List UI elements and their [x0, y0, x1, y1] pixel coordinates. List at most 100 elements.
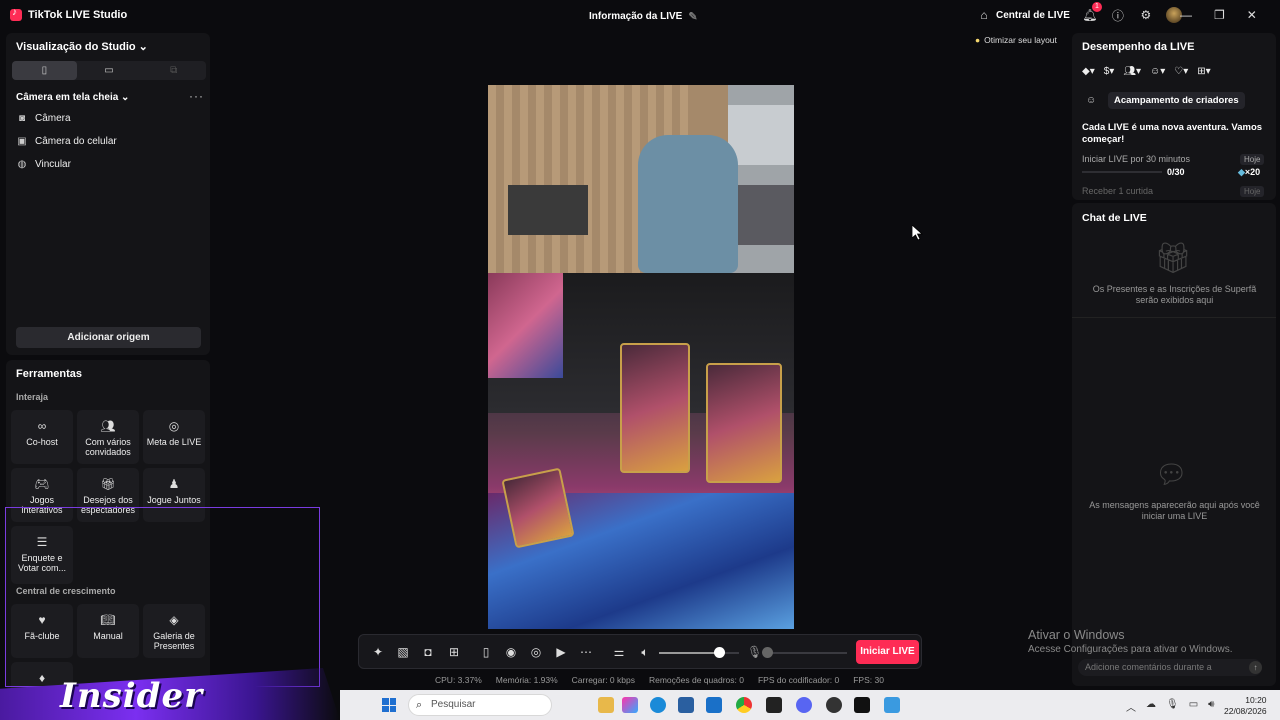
edit-icon[interactable]: ✎ [688, 10, 697, 23]
gamepad-icon: 🎮︎ [34, 477, 50, 491]
top-right-tools: ⌂ Central de LIVE 🔔︎ 1 ⓘ ⚙ [976, 2, 1182, 23]
studio-view-dropdown[interactable]: Visualização do Studio ⌄ [16, 40, 148, 53]
card-pack-right [706, 363, 782, 483]
volume-slider[interactable] [659, 647, 739, 658]
tool-label: Co-host [26, 437, 58, 447]
capcut-icon[interactable] [766, 697, 782, 713]
portrait-mode-button[interactable]: ▯ [12, 61, 77, 80]
lightbulb-icon: ● [975, 35, 981, 45]
clock[interactable]: 10:20 22/08/2026 [1224, 695, 1267, 717]
more-icon[interactable]: ⋯ [579, 645, 593, 659]
maximize-icon[interactable]: ❐ [1214, 8, 1225, 22]
title-bar: TikTok LIVE Studio Informação da LIVE ✎ … [0, 0, 1280, 32]
record-icon[interactable]: ◉ [504, 645, 518, 659]
app-title: TikTok LIVE Studio [10, 7, 127, 21]
mic-slider-knob[interactable] [762, 647, 773, 658]
source-label: Câmera do celular [35, 136, 117, 147]
tiktok-app-icon[interactable] [854, 697, 870, 713]
task-label: Receber 1 curtida [1082, 186, 1154, 196]
source-item-phone-camera[interactable]: ▣ Câmera do celular [16, 136, 117, 147]
chrome-icon[interactable] [736, 697, 752, 713]
live-hub-button[interactable]: ⌂ Central de LIVE [976, 7, 1070, 23]
chat-comment-input[interactable]: Adicione comentários durante a [1078, 659, 1262, 676]
file-explorer-icon[interactable] [598, 697, 614, 713]
creator-icon: ☺ [1086, 95, 1097, 106]
microphone-icon[interactable]: 🎙︎ [1166, 699, 1179, 714]
live-preview[interactable] [488, 85, 794, 629]
tool-live-goal[interactable]: ◎ Meta de LIVE [143, 410, 205, 464]
gifts-icon[interactable]: ⊞▾ [1197, 66, 1210, 77]
phone-portrait-icon: ▯ [41, 65, 48, 76]
task-reward: ◆×20 [1238, 167, 1260, 178]
chevron-down-icon: ⌄ [138, 41, 148, 53]
settings-sliders-icon[interactable]: ⚌ [612, 645, 626, 659]
live-info-title[interactable]: Informação da LIVE ✎ [589, 10, 698, 23]
screen-add-icon[interactable]: ⊞ [447, 645, 461, 659]
phone-icon[interactable]: ▯ [479, 645, 493, 659]
edge-icon[interactable] [650, 697, 666, 713]
outlook-icon[interactable] [706, 697, 722, 713]
home-icon: ⌂ [980, 8, 988, 22]
task-label: Iniciar LIVE por 30 minutos [1082, 154, 1191, 164]
followers-icon[interactable]: ☺▾ [1150, 66, 1165, 77]
start-live-button[interactable]: Iniciar LIVE [856, 640, 919, 664]
add-source-button[interactable]: Adicionar origem [16, 327, 201, 348]
optimize-layout-tip[interactable]: ● Otimizar seu layout [975, 35, 1057, 45]
windows-start-icon[interactable] [382, 698, 396, 712]
taskbar-search[interactable]: ⌕ Pesquisar [408, 694, 552, 716]
discord-icon[interactable] [796, 697, 812, 713]
bell-icon[interactable]: 🔔︎ 1 [1082, 2, 1102, 23]
adventure-text: Cada LIVE é uma nova aventura. Vamos com… [1082, 122, 1263, 145]
tiktok-logo-icon [10, 7, 22, 21]
copilot-icon[interactable] [622, 697, 638, 713]
dual-mode-button[interactable]: ⧉ [141, 61, 206, 80]
store-icon[interactable] [678, 697, 694, 713]
close-icon[interactable]: ✕ [1247, 8, 1257, 22]
player-icon: ♟ [168, 477, 180, 491]
display-icon[interactable]: ▭ [1189, 699, 1198, 714]
tools-title: Ferramentas [16, 368, 83, 380]
mic-muted-icon[interactable]: 🎙︎ [747, 645, 762, 659]
minimize-icon[interactable]: — [1180, 8, 1192, 22]
chair [638, 135, 738, 273]
chat-title: Chat de LIVE [1082, 212, 1147, 224]
help-icon[interactable]: ⓘ [1110, 7, 1126, 23]
window-controls: — ❐ ✕ [1180, 8, 1257, 22]
volume-slider-knob[interactable] [714, 647, 725, 658]
send-icon[interactable]: ↑ [1249, 661, 1262, 674]
viewers-icon[interactable]: 👥︎▾ [1123, 66, 1141, 77]
creator-camp-button[interactable]: Acampamento de criadores [1108, 92, 1245, 109]
likes-icon[interactable]: ♡▾ [1174, 66, 1188, 77]
video-icon[interactable]: ▶ [554, 645, 568, 659]
source-item-camera[interactable]: ◙ Câmera [16, 113, 71, 124]
gear-icon[interactable]: ⚙ [1138, 7, 1154, 23]
stats-bar: CPU: 3.37% Memória: 1.93% Carregar: 0 kb… [435, 675, 884, 685]
tool-multi-guest[interactable]: 👥︎ Com vários convidados [77, 410, 139, 464]
more-options-icon[interactable]: ··· [189, 89, 204, 103]
cloud-icon[interactable]: ☁ [1146, 699, 1156, 714]
target-icon: ◎ [168, 419, 180, 433]
source-item-link[interactable]: ◍ Vincular [16, 159, 71, 170]
diamond-icon[interactable]: ◆▾ [1082, 66, 1095, 77]
speaker-icon[interactable]: 🔈︎ [638, 645, 652, 659]
landscape-mode-button[interactable]: ▭ [77, 61, 142, 80]
tool-co-host[interactable]: ∞ Co-host [11, 410, 73, 464]
live-hub-label: Central de LIVE [996, 9, 1070, 21]
camera-capture-icon[interactable]: ◘ [421, 645, 435, 659]
windows-activation-watermark: Ativar o Windows Acesse Configurações pa… [1028, 628, 1233, 655]
windows-taskbar: ⌕ Pesquisar ︿ ☁ 🎙︎ ▭ 🔊︎ 10:20 22/08/2026 [340, 690, 1280, 720]
gift-box-icon: 🎁︎ [1154, 242, 1193, 275]
chevron-up-icon[interactable]: ︿ [1126, 699, 1136, 714]
obs-icon[interactable] [826, 697, 842, 713]
mic-slider[interactable] [762, 647, 847, 658]
effects-icon[interactable]: ▧ [396, 645, 410, 659]
live-info-text: Informação da LIVE [589, 11, 683, 22]
coin-icon[interactable]: $▾ [1104, 66, 1115, 77]
app-icon[interactable] [884, 697, 900, 713]
magic-wand-icon[interactable]: ✦ [371, 645, 385, 659]
studio-view-title: Visualização do Studio [16, 41, 136, 53]
scene-dropdown[interactable]: Câmera em tela cheia ⌄ [16, 92, 129, 103]
encoder-fps-stat: FPS do codificador: 0 [757, 675, 840, 685]
volume-icon[interactable]: 🔊︎ [1208, 699, 1214, 714]
focus-icon[interactable]: ◎ [529, 645, 543, 659]
